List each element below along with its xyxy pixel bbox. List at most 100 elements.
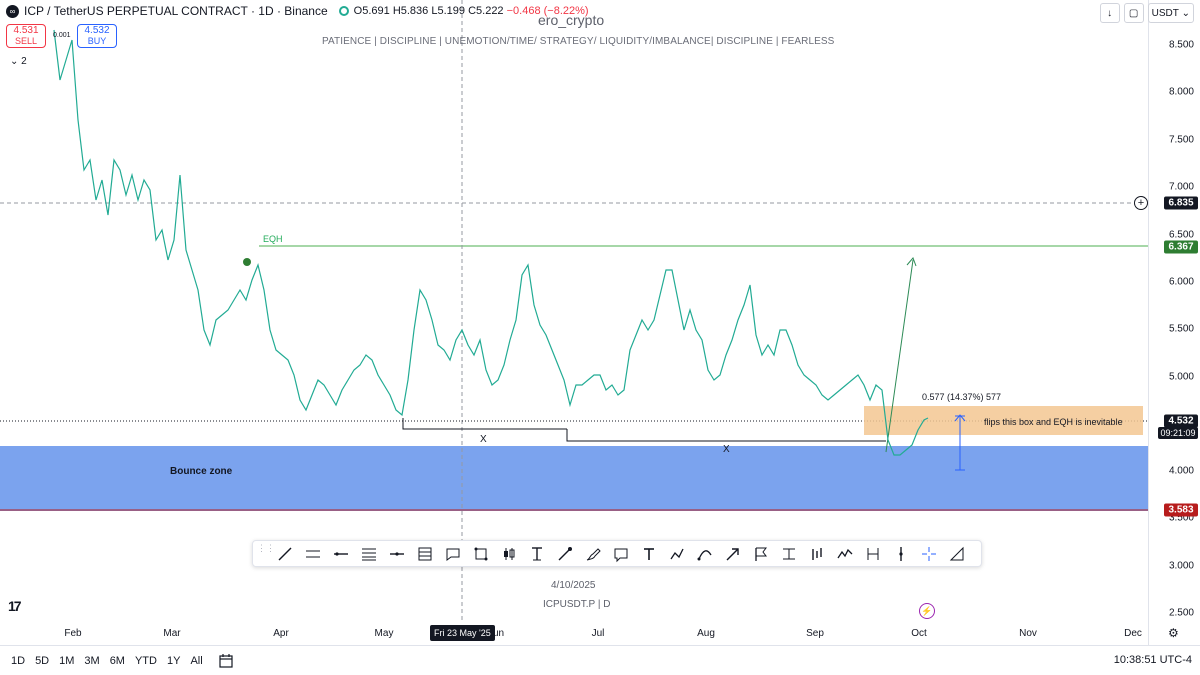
ohlc-values: O5.691 H5.836 L5.199 C5.222 −0.468 (−8.2… xyxy=(354,5,589,17)
calendar-range-icon[interactable] xyxy=(218,653,234,669)
range-ytd[interactable]: YTD xyxy=(130,655,162,667)
bolt-icon[interactable]: ⚡ xyxy=(919,603,935,619)
path-icon[interactable] xyxy=(664,543,689,564)
bar-countdown: 09:21:09 xyxy=(1158,427,1198,439)
flag-icon[interactable] xyxy=(748,543,773,564)
time-tick: Dec xyxy=(1124,628,1142,639)
x-label-1[interactable]: X xyxy=(480,434,487,445)
bounce-zone-label[interactable]: Bounce zone xyxy=(170,466,232,477)
clock[interactable]: 10:38:51 UTC-4 xyxy=(1114,654,1192,666)
time-tick: Aug xyxy=(697,628,715,639)
swing-low-line-1[interactable] xyxy=(402,418,567,430)
eqh-label[interactable]: EQH xyxy=(263,234,283,244)
text-anchor-icon[interactable] xyxy=(524,543,549,564)
settings-gear-icon[interactable]: ⚙ xyxy=(1168,626,1179,640)
range-1m[interactable]: 1M xyxy=(54,655,79,667)
ohlc-close: C5.222 xyxy=(468,5,504,17)
eqh-marker-icon[interactable] xyxy=(243,258,251,266)
flip-box-note[interactable]: flips this box and EQH is inevitable xyxy=(984,417,1123,427)
eqh-price-tag: 6.367 xyxy=(1164,240,1198,254)
time-tick: May xyxy=(374,628,394,639)
comment-icon[interactable] xyxy=(608,543,633,564)
buy-button[interactable]: 4.532 BUY xyxy=(77,24,117,48)
ohlc-change: −0.468 (−8.22%) xyxy=(506,5,589,17)
ohlc-open: O5.691 xyxy=(353,5,390,17)
crosshair-icon[interactable] xyxy=(916,543,941,564)
arrow-icon[interactable] xyxy=(720,543,745,564)
spread-value: 0.001 xyxy=(53,32,71,39)
tradingview-logo-icon[interactable]: 17 xyxy=(8,598,22,614)
currency-select[interactable]: USDT ⌄ xyxy=(1147,3,1194,23)
fib-retracement-icon[interactable] xyxy=(356,543,381,564)
crosshair-price-tag: 6.835 xyxy=(1164,196,1198,210)
ohlc-high: H5.836 xyxy=(392,5,429,17)
x-label-2[interactable]: X xyxy=(723,444,730,455)
market-status-icon[interactable] xyxy=(338,6,349,16)
watermark-subtitle: PATIENCE | DISCIPLINE | UNEMOTION/TIME/ … xyxy=(322,36,835,47)
target-arrow-head xyxy=(906,257,917,267)
time-tick: Apr xyxy=(273,628,289,639)
drag-handle-icon[interactable]: ⋮⋮ xyxy=(257,543,275,562)
buy-label: BUY xyxy=(87,36,107,46)
indicators-toggle[interactable]: ⌄ 2 xyxy=(10,56,27,67)
time-tick: Sep xyxy=(806,628,824,639)
price-tick: 7.000 xyxy=(1168,181,1194,193)
trend-line-icon[interactable] xyxy=(272,543,297,564)
vertical-line-icon[interactable] xyxy=(888,543,913,564)
range-1y[interactable]: 1Y xyxy=(162,655,185,667)
price-tick: 5.500 xyxy=(1168,323,1194,335)
add-alert-icon[interactable]: + xyxy=(1134,196,1148,210)
crosshair-date-tag: Fri 23 May '25 xyxy=(430,625,495,641)
time-tick: Jul xyxy=(591,628,605,639)
ruler-icon[interactable] xyxy=(944,543,969,564)
horizontal-ray-icon[interactable] xyxy=(328,543,353,564)
time-tick: Oct xyxy=(911,628,927,639)
watermark-date: 4/10/2025 xyxy=(551,580,596,591)
range-6m[interactable]: 6M xyxy=(105,655,130,667)
symbol-logo-icon: ∞ xyxy=(6,4,19,18)
chart-window: ero_crypto PATIENCE | DISCIPLINE | UNEMO… xyxy=(0,0,1200,675)
symbol-legend[interactable]: ∞ ICP / TetherUS PERPETUAL CONTRACT · 1D… xyxy=(6,4,589,18)
range-1d[interactable]: 1D xyxy=(6,655,30,667)
sell-price: 4.531 xyxy=(13,25,39,36)
time-tick: Nov xyxy=(1019,628,1037,639)
swing-low-line-2[interactable] xyxy=(566,429,886,442)
price-tick: 2.500 xyxy=(1168,607,1194,619)
price-tick: 4.000 xyxy=(1168,465,1194,477)
forecast-icon[interactable] xyxy=(832,543,857,564)
price-tick: 5.000 xyxy=(1168,371,1194,383)
candles-icon[interactable] xyxy=(496,543,521,564)
symbol-title[interactable]: ICP / TetherUS PERPETUAL CONTRACT · 1D ·… xyxy=(24,4,328,18)
parallel-channel-icon[interactable] xyxy=(300,543,325,564)
horizontal-line-icon[interactable] xyxy=(384,543,409,564)
drawing-toolbar: ⋮⋮ xyxy=(252,540,982,567)
range-buttons: 1D 5D 1M 3M 6M YTD 1Y All xyxy=(6,655,208,667)
bounce-zone-box[interactable] xyxy=(0,446,1148,511)
text-icon[interactable] xyxy=(636,543,661,564)
range-5d[interactable]: 5D xyxy=(30,655,54,667)
bars-pattern-icon[interactable] xyxy=(804,543,829,564)
screenshot-icon[interactable]: ▢ xyxy=(1123,3,1144,23)
watermark-symbol: ICPUSDT.P | D xyxy=(543,599,611,610)
curve-icon[interactable] xyxy=(692,543,717,564)
sell-button[interactable]: 4.531 SELL xyxy=(6,24,46,48)
range-all[interactable]: All xyxy=(185,655,207,667)
date-range-icon[interactable] xyxy=(860,543,885,564)
support-price-tag: 3.583 xyxy=(1164,503,1198,517)
top-controls: ↓ ▢ USDT ⌄ xyxy=(1099,3,1194,23)
price-range-icon[interactable] xyxy=(776,543,801,564)
price-tick: 6.500 xyxy=(1168,229,1194,241)
time-axis[interactable]: Feb Mar Apr May Jun Jul Aug Sep Oct Nov … xyxy=(0,622,1148,645)
brush-icon[interactable] xyxy=(580,543,605,564)
callout-icon[interactable] xyxy=(440,543,465,564)
pitchfork-icon[interactable] xyxy=(412,543,437,564)
price-scale[interactable]: 8.500 8.000 7.500 7.000 6.500 6.000 5.50… xyxy=(1148,0,1200,645)
arrow-marker-icon[interactable] xyxy=(552,543,577,564)
price-tick: 8.000 xyxy=(1168,86,1194,98)
buy-price: 4.532 xyxy=(84,25,110,36)
current-price-tag: 4.532 xyxy=(1164,414,1198,428)
rectangle-icon[interactable] xyxy=(468,543,493,564)
arrow-down-icon[interactable]: ↓ xyxy=(1099,3,1120,23)
range-3m[interactable]: 3M xyxy=(79,655,104,667)
time-tick: Feb xyxy=(64,628,82,639)
